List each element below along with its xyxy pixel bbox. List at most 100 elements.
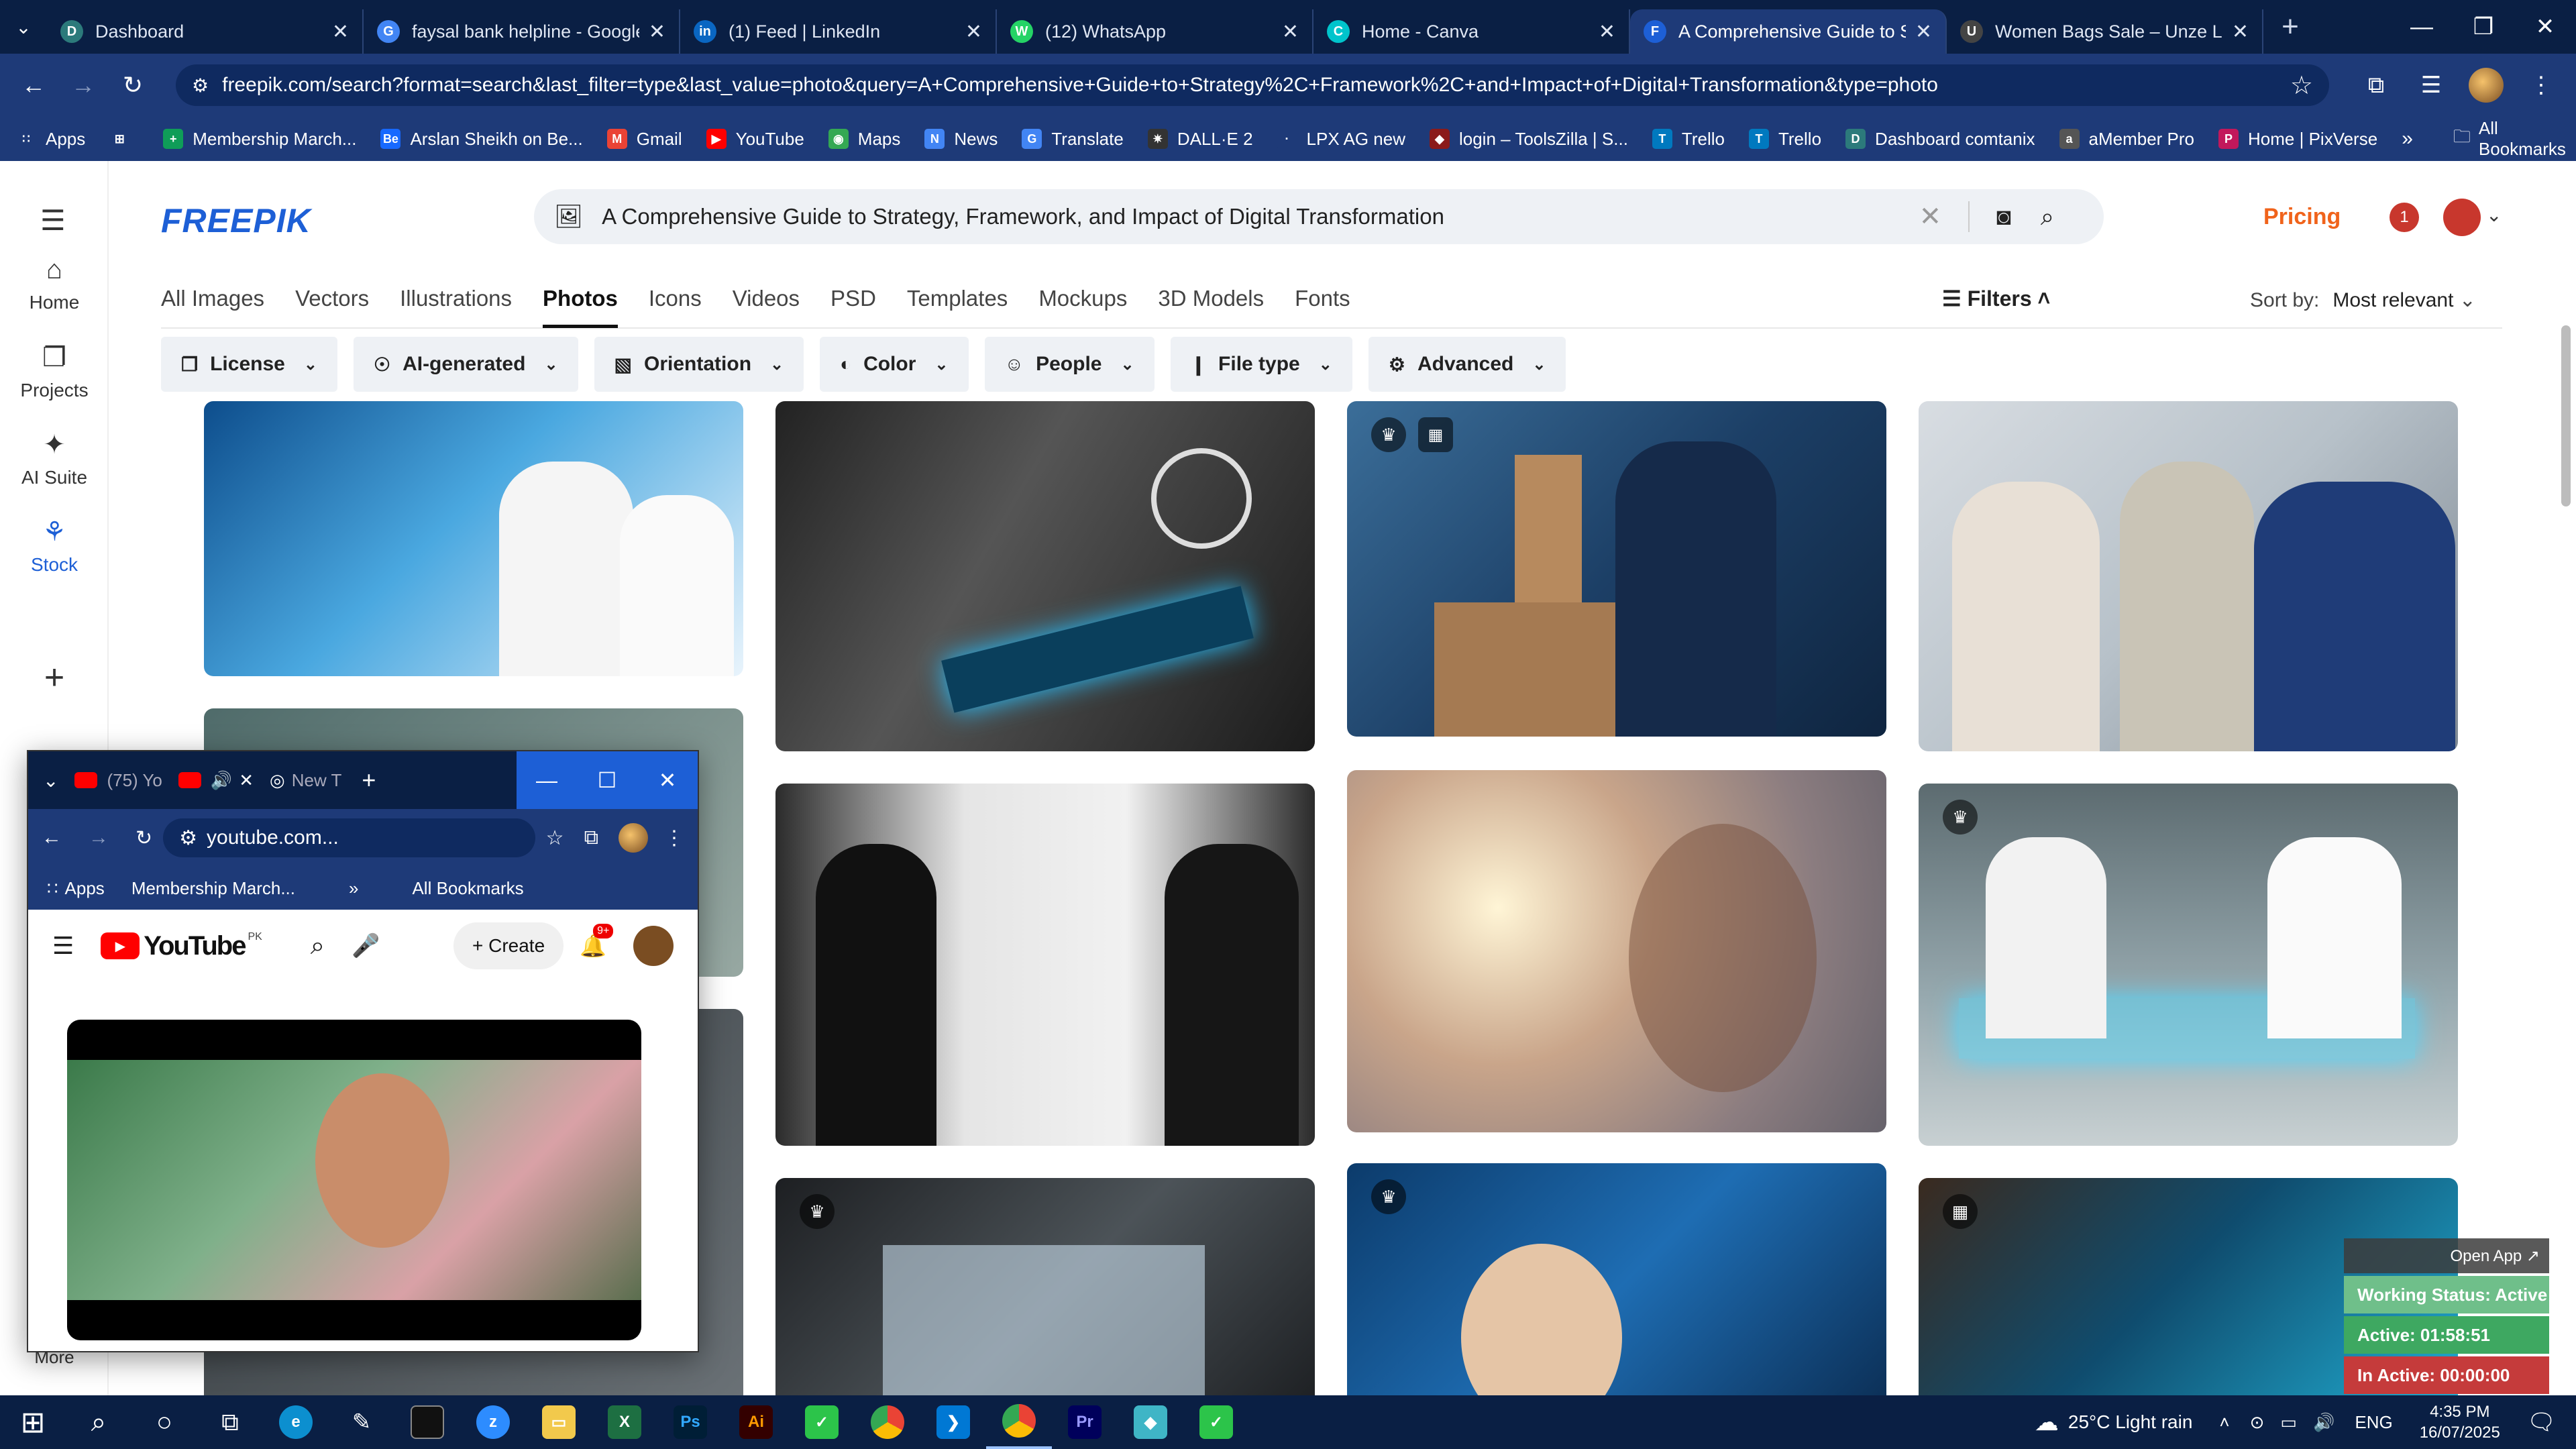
close-tab-icon[interactable]: ✕ — [649, 20, 665, 44]
tab-fonts[interactable]: Fonts — [1295, 282, 1350, 325]
tab-vectors[interactable]: Vectors — [295, 282, 369, 325]
nav-item-projects[interactable]: ❐ Projects — [0, 342, 109, 401]
all-bookmarks[interactable]: All Bookmarks — [2479, 118, 2566, 160]
close-tab-icon[interactable]: ✕ — [2232, 20, 2249, 44]
bookmark-item[interactable]: T Trello — [1652, 129, 1725, 150]
search-input[interactable]: A Comprehensive Guide to Strategy, Frame… — [602, 204, 1919, 229]
maximize-button[interactable]: ☐ — [577, 751, 637, 809]
edge-icon[interactable]: e — [263, 1395, 329, 1449]
browser-tab[interactable]: Gfaysal bank helpline - Google S ✕ — [364, 9, 680, 54]
bookmark-item[interactable]: G Translate — [1022, 129, 1124, 150]
bookmark-star-icon[interactable]: ☆ — [2290, 70, 2313, 101]
bookmark-membership[interactable]: Membership March... — [131, 878, 295, 899]
nav-item-ai-suite[interactable]: ✦ AI Suite — [0, 429, 109, 488]
reading-list-icon[interactable]: ☰ — [2410, 64, 2453, 107]
user-avatar[interactable] — [2443, 199, 2481, 236]
add-icon[interactable]: + — [0, 657, 109, 698]
tab-search-button[interactable]: ⌄ — [43, 769, 58, 792]
network-icon[interactable]: ▭ — [2280, 1412, 2297, 1433]
bookmark-item[interactable]: · LPX AG new — [1277, 129, 1405, 150]
result-image[interactable] — [775, 401, 1315, 751]
filter-ai-generated[interactable]: ☉ AI-generated ⌄ — [353, 337, 578, 392]
terminal-icon[interactable] — [394, 1395, 460, 1449]
tab-all-images[interactable]: All Images — [161, 282, 264, 325]
app-green-icon[interactable]: ✓ — [789, 1395, 855, 1449]
result-image[interactable] — [204, 401, 743, 676]
minimize-button[interactable]: — — [2391, 0, 2453, 54]
close-tab-icon[interactable]: ✕ — [1915, 20, 1932, 44]
search-bar[interactable]: 🖼 A Comprehensive Guide to Strategy, Fra… — [534, 189, 2104, 244]
pricing-link[interactable]: Pricing — [2263, 204, 2341, 230]
popup-tab-youtube[interactable]: (75) Yo — [74, 770, 162, 791]
excel-icon[interactable]: X — [592, 1395, 657, 1449]
browser-tab[interactable]: U Women Bags Sale – Unze Lond ✕ — [1947, 9, 2263, 54]
reload-icon[interactable]: ↻ — [113, 65, 153, 105]
nav-item-home[interactable]: ⌂ Home — [0, 255, 109, 313]
browser-tab[interactable]: F A Comprehensive Guide to Stra ✕ — [1630, 9, 1947, 54]
open-app-button[interactable]: Open App ↗ — [2344, 1238, 2549, 1273]
site-info-icon[interactable]: ⚙ — [192, 74, 209, 97]
search-icon[interactable]: ⌕ — [2041, 203, 2054, 231]
bookmark-item[interactable]: D Dashboard comtanix — [1845, 129, 2035, 150]
minimize-button[interactable]: — — [517, 751, 577, 809]
bookmark-item[interactable]: Be Arslan Sheikh on Be... — [380, 129, 583, 150]
cortana-icon[interactable]: ○ — [131, 1395, 197, 1449]
notification-bell-icon[interactable]: 🔔 9+ — [580, 924, 614, 959]
page-scrollbar[interactable] — [2561, 325, 2571, 506]
popup-tab-audio[interactable]: 🔊 ✕ — [178, 770, 254, 791]
task-view-icon[interactable]: ⧉ — [197, 1395, 263, 1449]
bookmark-item[interactable]: ▶ YouTube — [706, 129, 804, 150]
tab-search-button[interactable]: ⌄ — [0, 0, 47, 54]
user-avatar[interactable] — [633, 926, 674, 966]
clock[interactable]: 4:35 PM 16/07/2025 — [2420, 1401, 2500, 1443]
result-image[interactable] — [1919, 401, 2458, 751]
bookmark-apps[interactable]: Apps — [65, 878, 105, 899]
close-tab-icon[interactable]: ✕ — [965, 20, 982, 44]
hamburger-menu-icon[interactable]: ☰ — [52, 932, 74, 960]
bookmark-item[interactable]: a aMember Pro — [2059, 129, 2194, 150]
bookmark-item[interactable]: + Membership March... — [163, 129, 356, 150]
result-image[interactable]: ♛ — [1347, 1163, 1886, 1395]
profile-avatar[interactable] — [619, 823, 648, 853]
action-center-icon[interactable]: 🗨 — [2527, 1409, 2556, 1436]
tab-templates[interactable]: Templates — [907, 282, 1008, 325]
popup-url-bar[interactable]: ⚙ youtube.com... — [163, 818, 535, 857]
tab-psd[interactable]: PSD — [830, 282, 876, 325]
hamburger-menu-icon[interactable]: ☰ — [40, 204, 66, 237]
result-image[interactable] — [1347, 770, 1886, 1132]
chrome-profile-icon[interactable] — [986, 1395, 1052, 1449]
tab-icons[interactable]: Icons — [649, 282, 702, 325]
notification-badge[interactable]: 1 — [2390, 203, 2419, 232]
bookmark-star-icon[interactable]: ☆ — [546, 826, 564, 850]
browser-menu-icon[interactable]: ⋮ — [664, 826, 684, 850]
video-thumbnail[interactable] — [67, 1020, 641, 1340]
more-bookmarks-icon[interactable]: » — [349, 878, 358, 899]
tray-chevron-icon[interactable]: ˄ — [2219, 1412, 2229, 1433]
filter-license[interactable]: ❐ License ⌄ — [161, 337, 337, 392]
zoom-icon[interactable]: z — [460, 1395, 526, 1449]
popup-tab-new[interactable]: ◎ New T — [270, 770, 341, 791]
browser-menu-icon[interactable]: ⋮ — [2520, 64, 2563, 107]
vscode-icon[interactable]: ❯ — [920, 1395, 986, 1449]
forward-icon[interactable]: → — [89, 826, 109, 849]
microphone-icon[interactable]: 🎤 — [352, 932, 380, 959]
filter-file-type[interactable]: ❙ File type ⌄ — [1170, 337, 1352, 392]
browser-tab[interactable]: in (1) Feed | LinkedIn ✕ — [680, 9, 997, 54]
filter-people[interactable]: ☺ People ⌄ — [984, 337, 1155, 392]
search-icon[interactable]: ⌕ — [311, 932, 325, 961]
app-green2-icon[interactable]: ✓ — [1183, 1395, 1249, 1449]
weather-widget[interactable]: ☁ 25°C Light rain — [2035, 1408, 2193, 1436]
chrome-icon[interactable] — [855, 1395, 920, 1449]
bookmark-item[interactable]: N News — [924, 129, 998, 150]
youtube-logo[interactable]: ▶ YouTube PK — [101, 931, 262, 961]
more-bookmarks-icon[interactable]: » — [2402, 127, 2413, 150]
result-image[interactable]: ♛ — [1919, 784, 2458, 1146]
illustrator-icon[interactable]: Ai — [723, 1395, 789, 1449]
bookmark-item[interactable]: T Trello — [1748, 129, 1821, 150]
all-bookmarks[interactable]: All Bookmarks — [412, 878, 523, 899]
close-window-button[interactable]: ✕ — [637, 751, 698, 809]
bookmark-item[interactable]: ✷ DALL·E 2 — [1147, 129, 1253, 150]
nav-item-stock[interactable]: ⚘ Stock — [0, 517, 109, 576]
maximize-button[interactable]: ❐ — [2453, 0, 2514, 54]
close-window-button[interactable]: ✕ — [2514, 0, 2576, 54]
